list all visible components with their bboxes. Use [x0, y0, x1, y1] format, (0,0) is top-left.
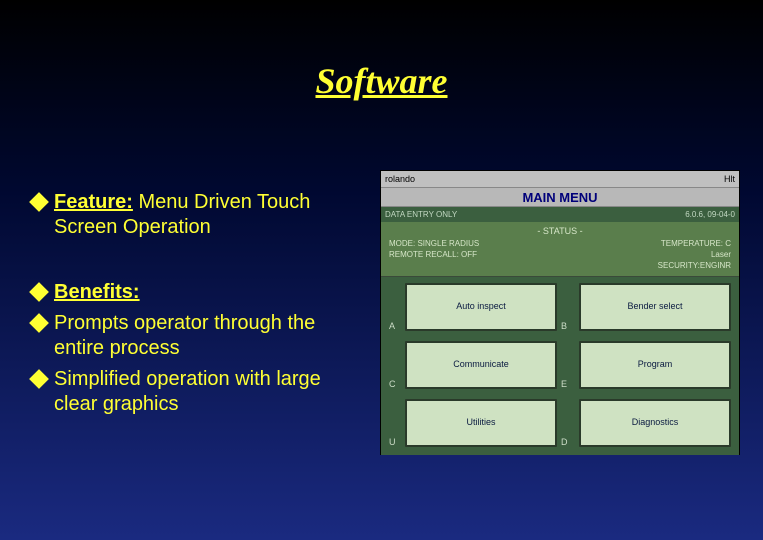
row-label-b: B [561, 321, 575, 331]
benefit-1: Prompts operator through the entire proc… [30, 311, 360, 361]
diamond-icon [29, 192, 49, 212]
main-menu-header: MAIN MENU [381, 187, 739, 207]
diamond-icon [29, 313, 49, 333]
feature-bullet: Feature: Menu Driven Touch Screen Operat… [30, 190, 360, 240]
diamond-icon [29, 369, 49, 389]
communicate-button[interactable]: Communicate [405, 341, 557, 389]
feature-label: Feature: [54, 191, 133, 213]
info-left: DATA ENTRY ONLY [385, 210, 457, 219]
status-laser: Laser [560, 250, 731, 259]
diagnostics-button[interactable]: Diagnostics [579, 399, 731, 447]
status-title: - STATUS - [389, 226, 731, 236]
titlebar-left: rolando [385, 174, 415, 184]
benefits-label: Benefits: [54, 280, 360, 305]
benefit-2: Simplified operation with large clear gr… [30, 367, 360, 417]
status-panel: - STATUS - MODE: SINGLE RADIUS TEMPERATU… [381, 222, 739, 277]
menu-button-grid: A Auto inspect B Bender select C Communi… [381, 277, 739, 455]
row-label-u: U [389, 437, 401, 447]
benefit-2-text: Simplified operation with large clear gr… [54, 367, 360, 417]
feature-text: Feature: Menu Driven Touch Screen Operat… [54, 190, 360, 240]
slide-title: Software [0, 60, 763, 102]
row-label-e: E [561, 379, 575, 389]
embedded-screenshot: rolando Hlt MAIN MENU DATA ENTRY ONLY 6.… [380, 170, 740, 455]
status-mode: MODE: SINGLE RADIUS [389, 239, 560, 248]
benefit-1-text: Prompts operator through the entire proc… [54, 311, 360, 361]
row-label-a: A [389, 321, 401, 331]
status-temperature: TEMPERATURE: C [560, 239, 731, 248]
bender-select-button[interactable]: Bender select [579, 283, 731, 331]
benefits-bullet: Benefits: [30, 280, 360, 305]
program-button[interactable]: Program [579, 341, 731, 389]
info-bar: DATA ENTRY ONLY 6.0.6, 09-04-0 [381, 207, 739, 222]
bullets-column: Feature: Menu Driven Touch Screen Operat… [30, 190, 360, 423]
window-titlebar: rolando Hlt [381, 171, 739, 187]
titlebar-right: Hlt [724, 174, 735, 184]
status-remote: REMOTE RECALL: OFF [389, 250, 560, 259]
status-blank [389, 261, 560, 270]
auto-inspect-button[interactable]: Auto inspect [405, 283, 557, 331]
row-label-c: C [389, 379, 401, 389]
utilities-button[interactable]: Utilities [405, 399, 557, 447]
status-grid: MODE: SINGLE RADIUS TEMPERATURE: C REMOT… [389, 239, 731, 270]
info-right: 6.0.6, 09-04-0 [685, 210, 735, 219]
row-label-d: D [561, 437, 575, 447]
status-security: SECURITY:ENGINR [560, 261, 731, 270]
diamond-icon [29, 282, 49, 302]
